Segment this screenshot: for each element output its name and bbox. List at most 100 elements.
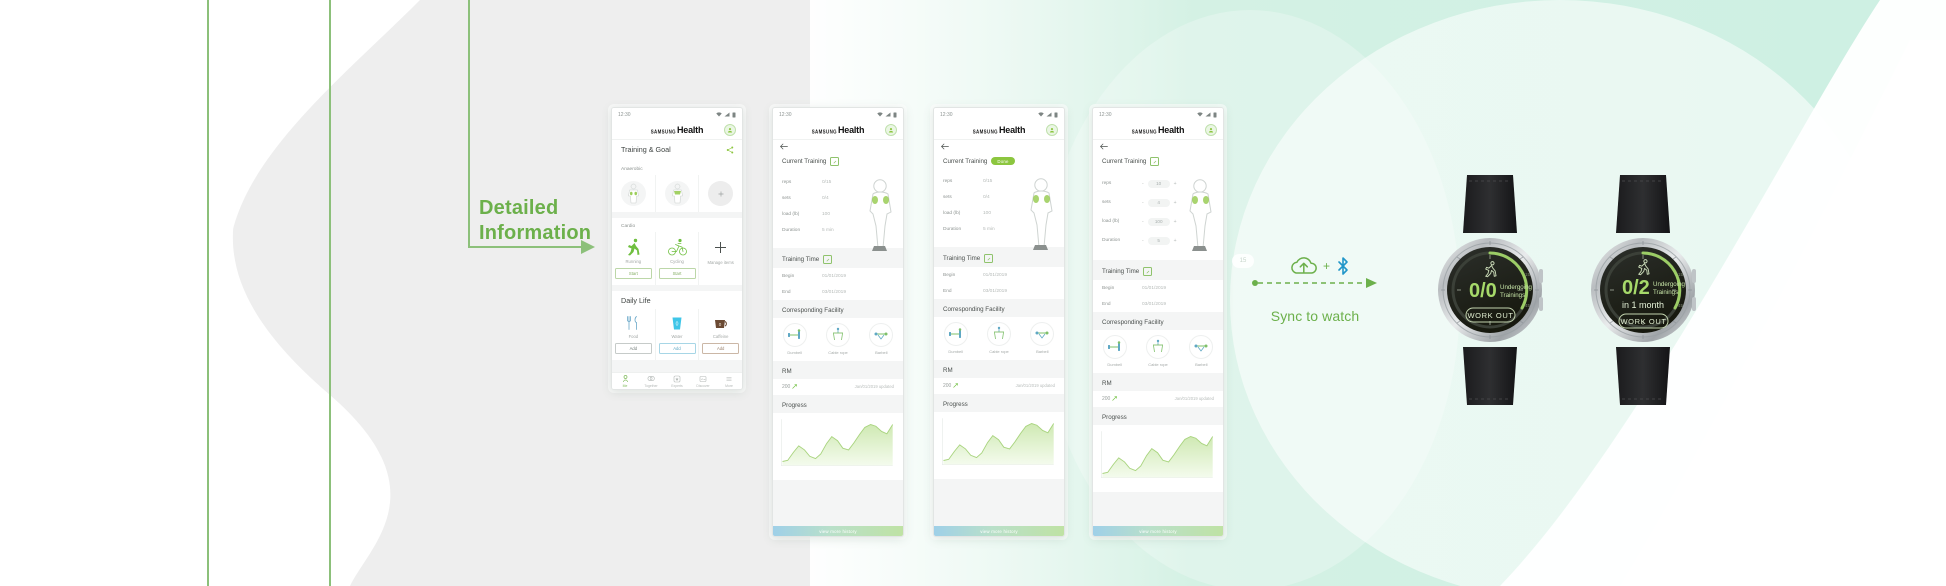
phone-current-training-view[interactable]: 12:30 SAMSUNG Health Current Training re…	[772, 107, 904, 537]
watch-strap-bottom	[1616, 347, 1670, 405]
page-title: Training & Goal	[621, 145, 671, 154]
watch-button-top[interactable]	[1539, 269, 1543, 283]
edit-pencil-icon[interactable]	[1150, 157, 1160, 166]
add-food-button[interactable]: Add	[614, 343, 652, 354]
stepper-value[interactable]: 4	[1147, 198, 1170, 207]
barbell-icon	[1030, 322, 1055, 346]
rm-row: 200 Jan/01/2019 updated	[934, 377, 1064, 394]
stepper-value[interactable]: 10	[1147, 179, 1170, 188]
stepper-plus[interactable]: +	[1174, 219, 1177, 225]
watch-button-bottom[interactable]	[1692, 297, 1696, 311]
edit-pencil-icon[interactable]	[830, 157, 840, 166]
stepper-minus[interactable]: -	[1142, 181, 1144, 187]
rm-value: 200	[782, 383, 791, 390]
stepper-value[interactable]: 5	[1147, 236, 1170, 245]
phone-training-goal[interactable]: 12:30 SAMSUNG Health Training & Goal Ana…	[611, 107, 743, 390]
stepper-minus[interactable]: -	[1142, 238, 1144, 244]
facility-caption: Cable rope	[989, 348, 1009, 354]
facility-item-dumbell[interactable]: Dumbell	[773, 323, 816, 355]
stepper-value[interactable]: 100	[1147, 217, 1170, 226]
body-back-icon	[664, 181, 690, 206]
watch-left[interactable]: 15 45 0/0 Undergoing Trainings WORK OUT	[1437, 175, 1543, 410]
back-row[interactable]	[773, 140, 903, 153]
phone-current-training-edit[interactable]: 12:30 SAMSUNG Health Current Training re…	[1092, 107, 1224, 537]
tile-body-front[interactable]	[612, 175, 656, 212]
share-icon[interactable]	[726, 146, 734, 154]
phone-current-training-done[interactable]: 12:30 SAMSUNG Health Current Training Do	[933, 107, 1065, 537]
tile-manage-items[interactable]: Manage items	[699, 232, 742, 285]
facility-item-barbell[interactable]: Barbell	[860, 323, 903, 355]
nav-item-more[interactable]: More	[716, 375, 742, 388]
stepper-minus[interactable]: -	[1142, 200, 1144, 206]
arrow-head	[1366, 278, 1377, 288]
nav-item-together[interactable]: Together	[638, 375, 664, 388]
back-row[interactable]	[1093, 140, 1223, 153]
add-caffeine-button[interactable]: Add	[702, 343, 740, 354]
tile-body-back[interactable]	[656, 175, 700, 212]
quantity-stepper-load[interactable]: - 100 +	[1142, 217, 1177, 226]
view-more-history-button[interactable]: view more history	[773, 526, 903, 536]
facility-item-cable-rope[interactable]: Cable rope	[1136, 335, 1179, 367]
cable-rope-icon	[986, 322, 1011, 346]
tile-cycling[interactable]: Cycling Start	[656, 232, 700, 285]
plus-icon	[715, 242, 727, 253]
nav-item-discover[interactable]: Discover	[690, 375, 716, 388]
watch-button-top[interactable]	[1692, 269, 1696, 283]
stepper-plus[interactable]: +	[1174, 238, 1177, 244]
view-more-history-button[interactable]: view more history	[934, 526, 1064, 536]
edit-pencil-icon[interactable]	[1143, 267, 1153, 276]
quantity-stepper-duration[interactable]: - 5 +	[1142, 236, 1177, 245]
bluetooth-icon	[1338, 257, 1348, 275]
start-running-button[interactable]: Start	[614, 268, 652, 279]
time-label: Begin	[1102, 285, 1115, 291]
facility-item-cable-rope[interactable]: Cable rope	[816, 323, 859, 355]
stepper-plus[interactable]: +	[1174, 181, 1177, 187]
back-arrow-icon[interactable]	[1100, 143, 1108, 150]
facility-item-dumbell[interactable]: Dumbell	[934, 322, 977, 354]
stepper-plus[interactable]: +	[1174, 200, 1177, 206]
signal-icon	[1046, 112, 1052, 117]
status-badge: Done	[991, 157, 1015, 165]
nav-item-experts[interactable]: Experts	[664, 375, 690, 388]
metric-label: Duration	[782, 227, 801, 233]
barbell-icon	[1189, 335, 1214, 359]
time-label: Begin	[943, 272, 956, 278]
tile-add-anaerobic[interactable]	[699, 175, 742, 212]
rm-row: 200 Jan/01/2019 updated	[773, 378, 903, 395]
facility-item-dumbell[interactable]: Dumbell	[1093, 335, 1136, 367]
tile-caption: Food	[628, 334, 639, 339]
add-water-button[interactable]: Add	[658, 343, 696, 354]
section-facility: Corresponding Facility	[773, 300, 903, 318]
time-label: End	[1102, 301, 1111, 307]
watch-right[interactable]: 15 45 0/2 Undergoing Trainings in 1 mont…	[1590, 175, 1696, 410]
tile-caffeine[interactable]: 0 Caffeine Add	[699, 309, 742, 360]
back-arrow-icon[interactable]	[941, 143, 949, 150]
edit-pencil-icon[interactable]	[984, 254, 994, 263]
facility-item-cable-rope[interactable]: Cable rope	[977, 322, 1020, 354]
tile-water[interactable]: 0 Water Add	[656, 309, 700, 360]
profile-avatar-icon[interactable]	[724, 124, 736, 136]
facility-item-barbell[interactable]: Barbell	[1180, 335, 1223, 367]
nav-item-me[interactable]: Me	[612, 374, 638, 388]
watch-button-bottom[interactable]	[1539, 297, 1543, 311]
body-figure	[1183, 178, 1219, 257]
tile-running[interactable]: Running Start	[612, 232, 656, 285]
stepper-minus[interactable]: -	[1142, 219, 1144, 225]
tile-food[interactable]: Food Add	[612, 309, 656, 360]
profile-avatar-icon[interactable]	[885, 124, 897, 136]
discover-icon	[699, 375, 707, 382]
back-row[interactable]	[934, 140, 1064, 153]
edit-pencil-icon[interactable]	[823, 255, 833, 264]
profile-avatar-icon[interactable]	[1046, 124, 1058, 136]
cardio-tiles: Running Start Cycling Start Manage items	[612, 232, 742, 285]
start-cycling-button[interactable]: Start	[658, 268, 696, 279]
quantity-stepper-reps[interactable]: - 10 +	[1142, 179, 1177, 188]
profile-avatar-icon[interactable]	[1205, 124, 1217, 136]
facility-item-barbell[interactable]: Barbell	[1021, 322, 1064, 354]
dumbell-icon	[1102, 335, 1127, 359]
rm-row: 200 Jan/01/2019 updated	[1093, 390, 1223, 407]
back-arrow-icon[interactable]	[780, 143, 788, 150]
view-more-history-button[interactable]: view more history	[1093, 526, 1223, 536]
quantity-stepper-sets[interactable]: - 4 +	[1142, 198, 1177, 207]
section-rm: RM	[934, 359, 1064, 378]
